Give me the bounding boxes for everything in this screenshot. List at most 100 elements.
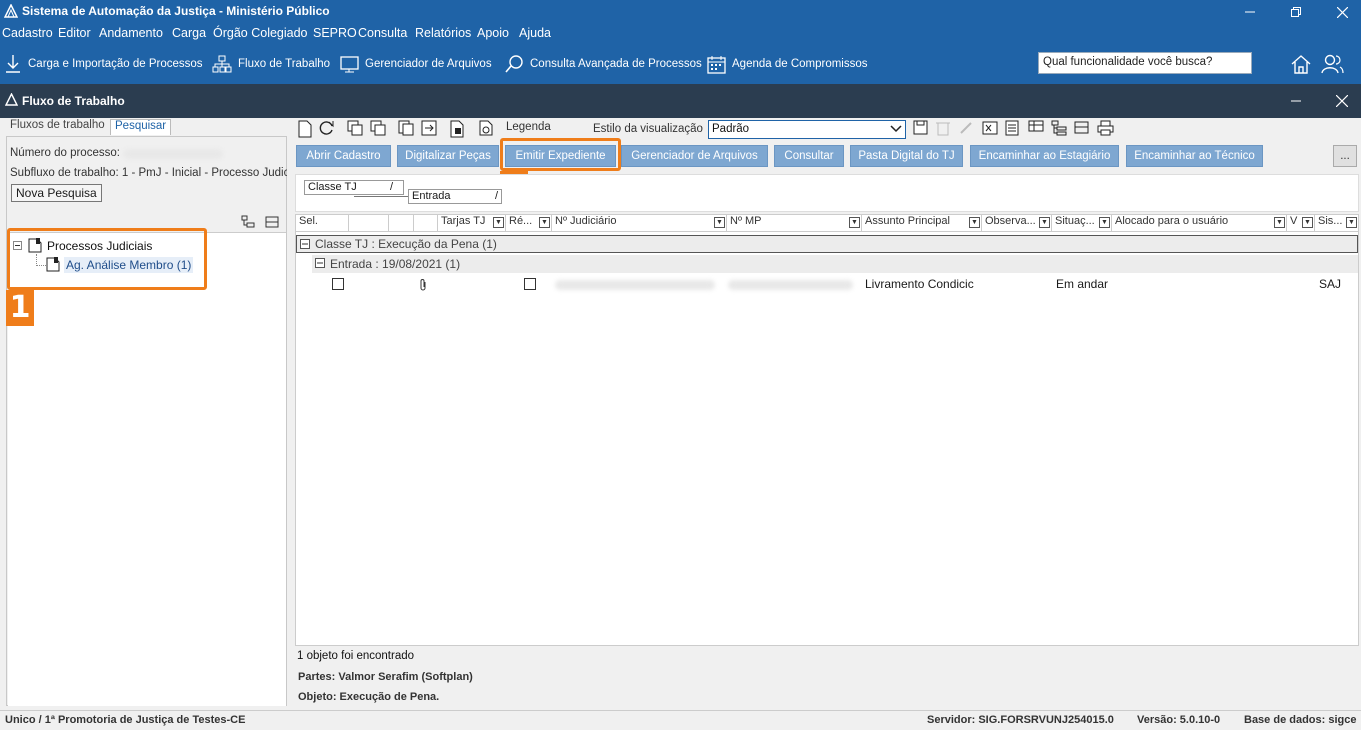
save-icon[interactable] <box>913 120 931 138</box>
copy-icon[interactable] <box>370 120 388 138</box>
legenda-label[interactable]: Legenda <box>506 121 551 133</box>
col-blank2[interactable] <box>389 215 414 231</box>
digitalizar-pecas-button[interactable]: Digitalizar Peças <box>397 145 499 167</box>
window-minimize-button[interactable] <box>1273 89 1319 113</box>
tab-fluxos-trabalho[interactable]: Fluxos de trabalho <box>6 119 109 135</box>
group-row-entrada[interactable]: Entrada : 19/08/2021 (1) <box>312 255 1358 273</box>
assunto-value: Livramento Condicic <box>865 277 974 291</box>
row-select-checkbox[interactable] <box>332 278 344 290</box>
dropdown-icon[interactable]: ▼ <box>1039 217 1050 228</box>
group-icon[interactable] <box>1051 120 1069 138</box>
menu-editor[interactable]: Editor <box>58 26 91 40</box>
encaminhar-tecnico-button[interactable]: Encaminhar ao Técnico <box>1126 145 1263 167</box>
carga-importacao-button[interactable]: Carga e Importação de Processos <box>4 53 203 75</box>
dropdown-icon[interactable]: ▼ <box>969 217 980 228</box>
col-sel[interactable]: Sel. <box>296 215 349 231</box>
print-icon[interactable] <box>1097 120 1115 138</box>
dropdown-icon[interactable]: ▼ <box>1274 217 1285 228</box>
dropdown-icon[interactable]: ▼ <box>539 217 550 228</box>
fluxo-trabalho-button[interactable]: Fluxo de Trabalho <box>212 53 330 75</box>
pasta-digital-tj-button[interactable]: Pasta Digital do TJ <box>850 145 963 167</box>
menu-carga[interactable]: Carga <box>172 26 206 40</box>
window-close-button[interactable] <box>1319 89 1361 113</box>
excel-icon[interactable] <box>982 120 1000 138</box>
search-icon <box>504 54 524 74</box>
consultar-button[interactable]: Consultar <box>774 145 844 167</box>
menu-cadastro[interactable]: Cadastro <box>2 26 53 40</box>
menu-apoio[interactable]: Apoio <box>477 26 509 40</box>
legend-icon[interactable] <box>478 120 496 138</box>
estilo-label: Estilo da visualização <box>593 123 703 135</box>
stack-icon[interactable] <box>398 120 416 138</box>
col-sistema[interactable]: Sis... ▼ <box>1315 215 1358 231</box>
dropdown-icon[interactable]: ▼ <box>493 217 504 228</box>
minimize-button[interactable] <box>1227 0 1273 24</box>
functionality-search-input[interactable]: Qual funcionalidade você busca? <box>1038 52 1252 74</box>
group-chip-classe[interactable]: Classe TJ / <box>304 180 404 195</box>
home-icon[interactable] <box>1290 53 1312 75</box>
col-v[interactable]: V ▼ <box>1287 215 1315 231</box>
abrir-cadastro-button[interactable]: Abrir Cadastro <box>296 145 391 167</box>
menu-relatorios[interactable]: Relatórios <box>415 26 471 40</box>
move-icon[interactable] <box>421 120 439 138</box>
estilo-select[interactable]: Padrão <box>708 120 906 139</box>
restore-button[interactable] <box>1273 0 1319 24</box>
col-observacao[interactable]: Observa... ▼ <box>982 215 1052 231</box>
col-tarjas[interactable]: Tarjas TJ ▼ <box>438 215 506 231</box>
gerenciador-arquivos-button[interactable]: Gerenciador de Arquivos <box>340 53 492 75</box>
encaminhar-estagiario-button[interactable]: Encaminhar ao Estagiário <box>970 145 1119 167</box>
table-row[interactable]: Livramento Condicic Em andar SAJ <box>296 275 1358 295</box>
reu-preso-checkbox[interactable] <box>524 278 536 290</box>
columns-icon[interactable] <box>1028 120 1046 138</box>
col-re[interactable]: Ré... ▼ <box>506 215 552 231</box>
consulta-avancada-button[interactable]: Consulta Avançada de Processos <box>504 53 702 75</box>
dropdown-icon[interactable]: ▼ <box>1346 217 1357 228</box>
more-actions-button[interactable]: ... <box>1333 145 1357 167</box>
col-alocado-label: Alocado para o usuário <box>1115 215 1229 227</box>
ungroup-icon[interactable] <box>1074 120 1092 138</box>
menu-orgao-colegiado[interactable]: Órgão Colegiado <box>213 26 308 40</box>
paperclip-icon[interactable] <box>420 279 428 291</box>
col-re-label: Ré... <box>509 215 533 227</box>
dropdown-icon[interactable]: ▼ <box>1302 217 1313 228</box>
users-icon[interactable] <box>1321 53 1345 75</box>
dropdown-icon[interactable]: ▼ <box>714 217 725 228</box>
status-bar: Unico / 1ª Promotoria de Justiça de Test… <box>0 710 1361 730</box>
menu-sepro[interactable]: SEPRO <box>313 26 357 40</box>
col-observacao-label: Observa... <box>985 215 1036 227</box>
expand-tree-icon[interactable] <box>241 215 255 229</box>
refresh-icon[interactable] <box>319 120 337 138</box>
col-blank1[interactable] <box>349 215 389 231</box>
group-classe-label: Classe TJ : Execução da Pena (1) <box>315 237 497 251</box>
menu-andamento[interactable]: Andamento <box>99 26 163 40</box>
group-row-classe[interactable]: Classe TJ : Execução da Pena (1) <box>296 235 1358 253</box>
collapse-tree-icon[interactable] <box>265 215 279 229</box>
new-doc-icon[interactable] <box>297 120 315 138</box>
col-numero-mp[interactable]: Nº MP ▼ <box>727 215 862 231</box>
list-doc-icon[interactable] <box>1005 120 1023 138</box>
collapse-toggle-icon[interactable] <box>300 239 310 249</box>
app-logo-icon <box>5 93 18 106</box>
menu-ajuda[interactable]: Ajuda <box>519 26 551 40</box>
nova-pesquisa-button[interactable]: Nova Pesquisa <box>11 184 102 202</box>
grid-header: Sel. Tarjas TJ ▼ Ré... ▼ Nº Judiciário ▼ Nº… <box>296 215 1358 232</box>
close-button[interactable] <box>1319 0 1361 24</box>
col-situacao[interactable]: Situaç... ▼ <box>1052 215 1112 231</box>
col-numero-judiciario[interactable]: Nº Judiciário ▼ <box>552 215 727 231</box>
gerenciador-arquivos-action-button[interactable]: Gerenciador de Arquivos <box>621 145 768 167</box>
collapse-toggle-icon[interactable] <box>315 258 325 268</box>
tab-pesquisar[interactable]: Pesquisar <box>110 119 172 135</box>
copy-check-icon[interactable] <box>347 120 365 138</box>
group-chip-entrada[interactable]: Entrada / <box>408 189 502 204</box>
col-assunto[interactable]: Assunto Principal ▼ <box>862 215 982 231</box>
col-blank3[interactable] <box>414 215 438 231</box>
dropdown-icon[interactable]: ▼ <box>1099 217 1110 228</box>
dropdown-icon[interactable]: ▼ <box>849 217 860 228</box>
group-entrada-label: Entrada : 19/08/2021 (1) <box>330 257 461 271</box>
col-alocado[interactable]: Alocado para o usuário ▼ <box>1112 215 1287 231</box>
agenda-compromissos-button[interactable]: Agenda de Compromissos <box>707 53 868 75</box>
menu-consulta[interactable]: Consulta <box>358 26 407 40</box>
process-tree: Processos Judiciais Ag. Análise Membro (… <box>8 232 286 706</box>
doc-export-icon[interactable] <box>449 120 467 138</box>
col-sistema-label: Sis... <box>1318 215 1343 227</box>
